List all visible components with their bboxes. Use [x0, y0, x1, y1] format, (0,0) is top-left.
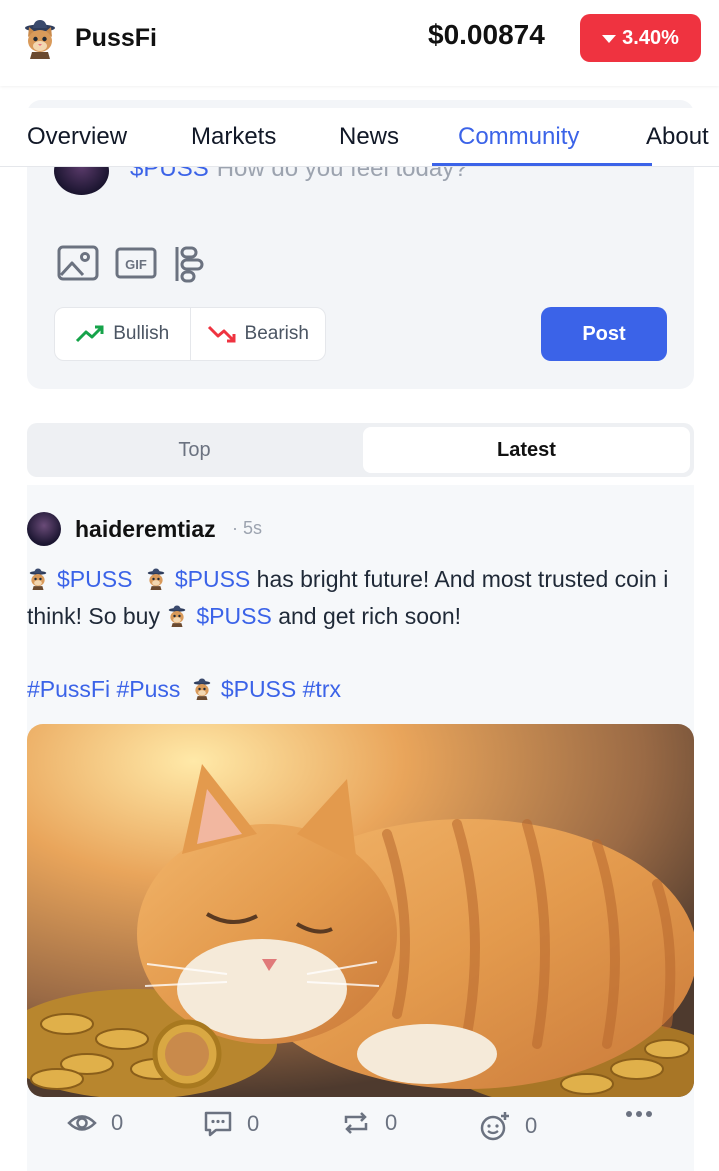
bearish-label: Bearish	[244, 323, 309, 344]
comment-icon	[204, 1111, 232, 1137]
ticker-link[interactable]: $PUSS	[221, 676, 296, 702]
comment-button[interactable]: 0	[203, 1110, 259, 1138]
sort-latest-button[interactable]: Latest	[363, 427, 690, 473]
ticker-link[interactable]: $PUSS	[57, 566, 132, 592]
app-header: PussFi $0.00874 3.40%	[0, 0, 719, 86]
bullish-label: Bullish	[113, 323, 170, 344]
ticker-link[interactable]: $PUSS	[175, 566, 250, 592]
views-value: 0	[111, 1110, 124, 1135]
puss-emoji-icon	[29, 568, 47, 590]
post-author-avatar[interactable]	[27, 512, 61, 546]
tab-about[interactable]: About	[646, 123, 709, 151]
gif-icon[interactable]: GIF	[115, 245, 157, 286]
tab-news[interactable]: News	[339, 123, 399, 151]
post-text-part-b: and get rich soon!	[278, 603, 462, 629]
sentiment-toggle: Bullish Bearish	[54, 307, 326, 361]
poll-icon[interactable]	[173, 245, 207, 288]
bearish-button[interactable]: Bearish	[189, 308, 326, 360]
post-author-name[interactable]: haideremtiaz	[75, 516, 216, 543]
hashtag-puss[interactable]: #Puss	[116, 676, 180, 702]
tab-overview[interactable]: Overview	[27, 123, 127, 151]
hashtag-pussfi[interactable]: #PussFi	[27, 676, 110, 702]
reactions-value: 0	[525, 1113, 538, 1138]
trend-up-icon	[76, 325, 104, 343]
puss-logo-icon	[25, 20, 55, 59]
puss-emoji-icon	[193, 678, 211, 700]
feed-sort-toggle: Top Latest	[27, 423, 694, 477]
section-tabs: Overview Markets News Community About	[0, 108, 719, 167]
token-price: $0.00874	[428, 19, 545, 50]
price-change-badge: 3.40%	[580, 14, 701, 62]
react-button[interactable]: 0	[479, 1110, 537, 1142]
more-icon	[626, 1111, 652, 1117]
trend-down-icon	[207, 325, 236, 343]
post-actions: 0 0 0 0	[27, 1110, 694, 1150]
repost-icon	[344, 1112, 368, 1134]
more-options-button[interactable]	[625, 1110, 653, 1118]
puss-emoji-icon	[169, 605, 186, 627]
repost-button[interactable]: 0	[341, 1110, 397, 1136]
post-button[interactable]: Post	[541, 307, 667, 361]
puss-emoji-icon	[147, 568, 165, 590]
views-count: 0	[67, 1110, 123, 1136]
bullish-button[interactable]: Bullish	[55, 308, 190, 360]
caret-down-icon	[602, 35, 617, 43]
add-reaction-icon	[480, 1112, 509, 1141]
post-hashtags: #PussFi #Puss $PUSS #trx	[27, 671, 341, 708]
post-body: $PUSS $PUSS has bright future! And most …	[27, 561, 694, 635]
brand-name: PussFi	[75, 24, 157, 52]
post-timestamp: · 5s	[232, 518, 263, 538]
sleeping-cat-image	[27, 724, 694, 1097]
sort-top-button[interactable]: Top	[31, 427, 358, 473]
active-tab-indicator	[432, 163, 652, 166]
eye-icon	[67, 1115, 97, 1131]
price-change-value: 3.40%	[622, 26, 679, 49]
hashtag-trx[interactable]: #trx	[303, 676, 341, 702]
image-icon[interactable]	[57, 245, 99, 286]
tab-markets[interactable]: Markets	[191, 123, 276, 151]
tab-community[interactable]: Community	[458, 123, 579, 151]
comments-value: 0	[247, 1111, 260, 1136]
ticker-link[interactable]: $PUSS	[196, 603, 271, 629]
feed-post: haideremtiaz · 5s $PUSS $PUSS has bright…	[27, 485, 694, 1171]
svg-text:GIF: GIF	[125, 257, 147, 272]
post-image[interactable]	[27, 724, 694, 1097]
reposts-value: 0	[385, 1110, 398, 1135]
